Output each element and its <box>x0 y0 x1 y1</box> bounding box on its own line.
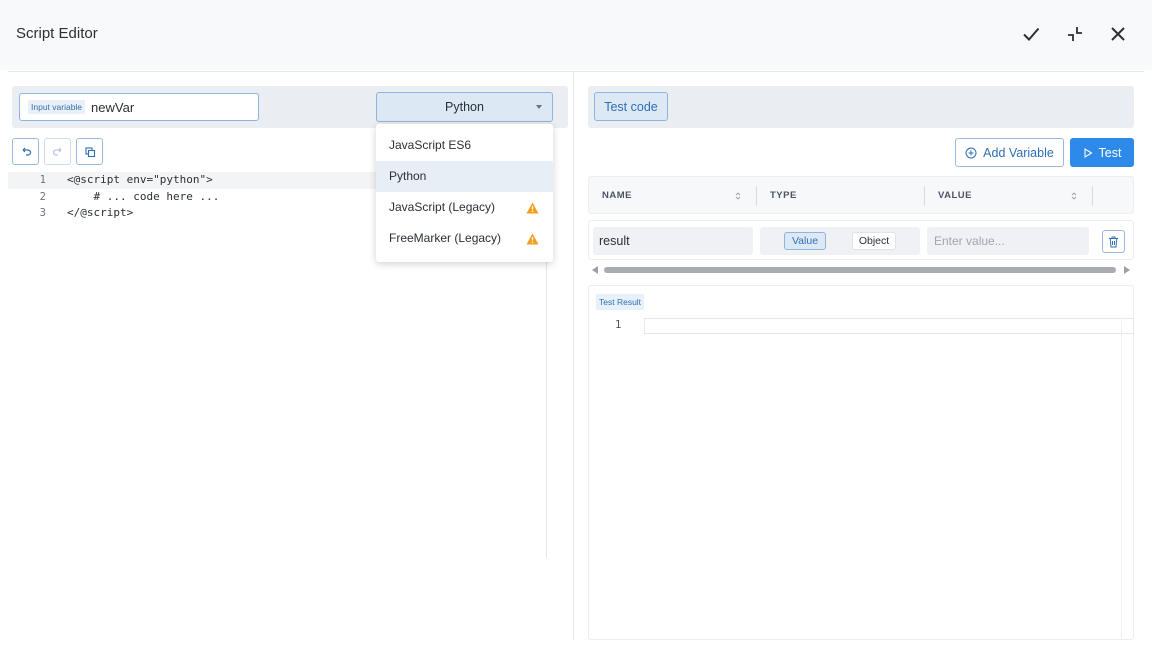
undo-button[interactable] <box>12 138 39 165</box>
variable-value-input[interactable]: Enter value... <box>927 227 1089 255</box>
column-header-type[interactable]: TYPE <box>770 190 797 201</box>
option-label: Python <box>389 169 426 183</box>
plus-circle-icon <box>965 147 977 159</box>
option-label: JavaScript (Legacy) <box>389 200 495 214</box>
variable-name-input[interactable]: result <box>593 227 753 255</box>
delete-variable-button[interactable] <box>1102 230 1125 253</box>
code-text: # ... code here ... <box>67 189 219 206</box>
scrollbar-thumb[interactable] <box>604 267 1116 273</box>
copy-button[interactable] <box>76 138 103 165</box>
sort-icon[interactable] <box>1071 191 1077 201</box>
input-variable-value[interactable]: newVar <box>91 100 134 115</box>
copy-icon <box>84 146 96 158</box>
sort-icon[interactable] <box>735 191 741 201</box>
dialog-title: Script Editor <box>16 25 98 42</box>
scroll-right-icon[interactable] <box>1124 266 1130 274</box>
result-margin-line <box>1121 318 1122 638</box>
column-header-value[interactable]: VALUE <box>938 190 972 201</box>
language-select[interactable]: Python <box>376 92 553 122</box>
type-object-option[interactable]: Object <box>852 232 896 250</box>
code-text: <@script env="python"> <box>67 172 213 189</box>
table-row: result Value Object Enter value... <box>588 220 1134 260</box>
dropdown-option-javascript-es6[interactable]: JavaScript ES6 <box>376 130 553 161</box>
undo-icon <box>20 146 32 158</box>
variables-table-header: NAME TYPE VALUE <box>588 176 1134 214</box>
test-result-panel: Test Result 1 <box>588 285 1134 640</box>
column-header-name[interactable]: NAME <box>602 190 632 201</box>
close-icon[interactable] <box>1106 22 1130 46</box>
dialog-header: Script Editor <box>0 0 1152 70</box>
column-divider <box>1092 186 1093 206</box>
column-divider <box>924 186 925 206</box>
line-number: 2 <box>34 189 46 206</box>
code-text: </@script> <box>67 205 133 222</box>
column-divider <box>756 186 757 206</box>
warning-icon <box>526 202 539 214</box>
horizontal-scrollbar[interactable] <box>590 264 1132 276</box>
script-editor-dialog: Script Editor Input variable newVar Pyth… <box>0 0 1152 648</box>
add-variable-label: Add Variable <box>983 146 1054 160</box>
test-toolbar: Test code <box>588 86 1134 128</box>
input-variable-tag: Input variable <box>28 100 85 114</box>
dropdown-option-freemarker-legacy[interactable]: FreeMarker (Legacy) <box>376 223 553 254</box>
pane-divider[interactable] <box>573 72 574 640</box>
line-number: 1 <box>34 172 46 189</box>
result-line: 1 <box>589 318 1133 334</box>
chevron-down-icon <box>536 105 542 109</box>
test-code-button[interactable]: Test code <box>594 92 668 121</box>
dropdown-option-python[interactable]: Python <box>376 161 553 192</box>
language-dropdown-menu: JavaScript ES6 Python JavaScript (Legacy… <box>376 124 553 262</box>
result-active-line[interactable] <box>644 318 1134 334</box>
add-variable-button[interactable]: Add Variable <box>955 138 1064 167</box>
edit-buttons <box>12 138 103 165</box>
variable-type-toggle: Value Object <box>760 227 920 255</box>
check-icon[interactable] <box>1019 22 1043 46</box>
language-select-value: Python <box>445 100 484 114</box>
editor-toolbar: Input variable newVar Python <box>12 86 568 128</box>
redo-icon <box>52 146 64 158</box>
option-label: FreeMarker (Legacy) <box>389 231 501 245</box>
warning-icon <box>526 233 539 245</box>
trash-icon <box>1108 236 1119 248</box>
redo-button[interactable] <box>44 138 71 165</box>
input-variable-field[interactable]: Input variable newVar <box>19 93 259 121</box>
test-label: Test <box>1099 146 1122 160</box>
play-icon <box>1083 148 1093 158</box>
minimize-icon[interactable] <box>1063 22 1087 46</box>
dropdown-option-javascript-legacy[interactable]: JavaScript (Legacy) <box>376 192 553 223</box>
test-button[interactable]: Test <box>1070 138 1134 167</box>
option-label: JavaScript ES6 <box>389 138 471 152</box>
line-number: 1 <box>615 319 621 331</box>
scroll-left-icon[interactable] <box>592 266 598 274</box>
type-value-option[interactable]: Value <box>784 232 826 250</box>
line-number: 3 <box>34 205 46 222</box>
test-result-tag: Test Result <box>596 294 644 310</box>
